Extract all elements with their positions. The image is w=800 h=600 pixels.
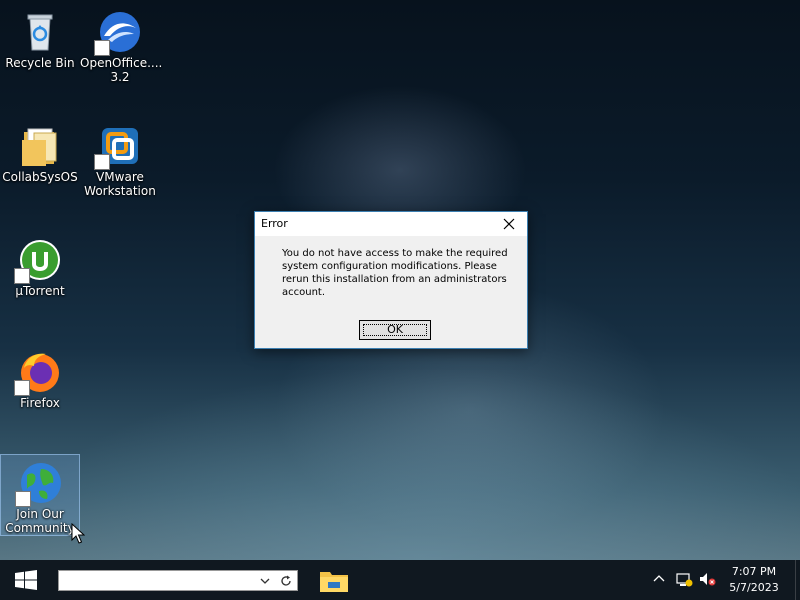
dialog-message: You do not have access to make the requi…	[282, 248, 508, 298]
desktop-icon-label: VMware Workstation	[84, 170, 156, 198]
shortcut-arrow-icon	[94, 154, 110, 170]
desktop-icon-firefox[interactable]: Firefox	[0, 344, 80, 428]
desktop-icon-utorrent[interactable]: µTorrent	[0, 232, 80, 316]
taskbar-address-box[interactable]	[58, 570, 298, 591]
clock-date: 5/7/2023	[729, 581, 779, 594]
clock-time: 7:07 PM	[731, 565, 777, 578]
dialog-title: Error	[261, 217, 288, 230]
chevron-down-icon[interactable]	[259, 575, 271, 587]
taskbar: 7:07 PM 5/7/2023	[0, 560, 800, 600]
shortcut-arrow-icon	[14, 268, 30, 284]
shortcut-arrow-icon	[94, 40, 110, 56]
desktop-icon-label: Firefox	[20, 396, 60, 410]
desktop-icon-label: Join Our Community	[5, 507, 75, 535]
taskbar-clock[interactable]: 7:07 PM 5/7/2023	[724, 564, 784, 596]
desktop-icon-recycle-bin[interactable]: Recycle Bin	[0, 4, 80, 88]
taskbar-address-input[interactable]	[63, 573, 257, 590]
dialog-titlebar[interactable]: Error	[255, 212, 527, 236]
network-icon[interactable]	[675, 570, 693, 588]
error-dialog: Error You do not have access to make the…	[254, 211, 528, 349]
shortcut-arrow-icon	[15, 491, 31, 507]
mouse-cursor-icon	[71, 523, 85, 544]
windows-start-icon[interactable]	[0, 560, 52, 600]
desktop-icon-openoffice[interactable]: OpenOffice.... 3.2	[80, 4, 163, 88]
chevron-up-icon[interactable]	[650, 570, 668, 588]
desktop-icon-collabsysos[interactable]: CollabSysOS	[0, 118, 80, 202]
desktop-icon-label: Recycle Bin	[5, 56, 75, 70]
show-desktop-button[interactable]	[795, 560, 800, 600]
volume-muted-icon[interactable]	[698, 570, 716, 588]
desktop-icon-join-our-community[interactable]: Join Our Community	[0, 454, 80, 536]
folder-icon	[22, 128, 57, 166]
file-explorer-icon[interactable]	[318, 566, 350, 594]
refresh-icon[interactable]	[279, 574, 293, 588]
desktop-icon-vmware-workstation[interactable]: VMware Workstation	[80, 118, 160, 202]
shortcut-arrow-icon	[14, 380, 30, 396]
desktop-icon-label: CollabSysOS	[2, 170, 78, 184]
close-icon[interactable]	[491, 212, 527, 236]
ok-button[interactable]: OK	[359, 320, 431, 340]
recycle-bin-icon	[27, 14, 53, 51]
desktop-icon-label: µTorrent	[15, 284, 65, 298]
desktop-icon-label: OpenOffice.... 3.2	[80, 56, 163, 84]
